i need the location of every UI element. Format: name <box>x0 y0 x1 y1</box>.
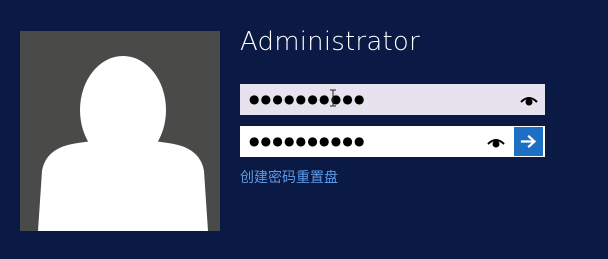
password-value: ●●●●●●●●●● <box>249 92 366 106</box>
eye-icon[interactable] <box>486 132 506 152</box>
create-password-reset-disk-link[interactable]: 创建密码重置盘 <box>240 168 338 188</box>
eye-icon[interactable] <box>519 90 539 110</box>
user-name: Administrator <box>240 27 420 57</box>
submit-arrow-button[interactable] <box>514 127 543 156</box>
user-avatar <box>20 31 220 231</box>
confirm-password-input[interactable]: ●●●●●●●●●● <box>240 126 545 157</box>
user-silhouette-icon <box>38 56 208 231</box>
password-input[interactable]: ●●●●●●●●●● <box>240 84 545 115</box>
confirm-password-value: ●●●●●●●●●● <box>249 134 366 148</box>
text-cursor-icon <box>330 89 336 107</box>
arrow-right-icon <box>520 134 537 149</box>
